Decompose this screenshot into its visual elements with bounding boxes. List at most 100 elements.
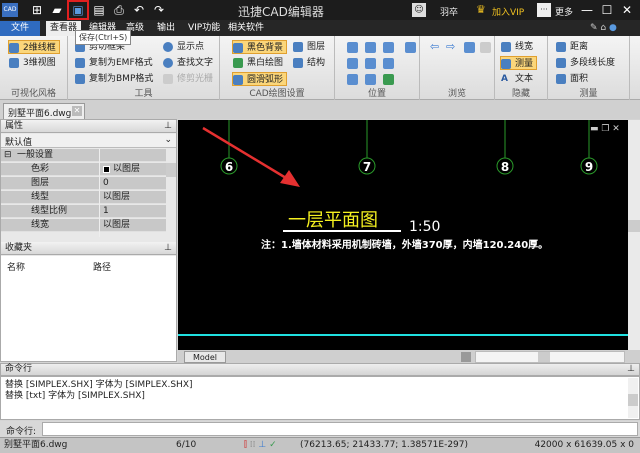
- linewidth-button[interactable]: 线宽: [501, 40, 533, 54]
- group-measure: 距离 多段线长度 面积 测量: [548, 36, 630, 100]
- zoom-in-icon[interactable]: [383, 42, 394, 53]
- favorites-header: 收藏夹 ⊥: [1, 242, 176, 255]
- group-cad-settings: 黑色背景 黑白绘图 圆滑弧形 图层 结构 CAD绘图设置: [220, 36, 335, 100]
- text-button[interactable]: A 文本: [501, 72, 533, 86]
- pan-hand-icon[interactable]: [405, 42, 416, 53]
- zoom-out-icon[interactable]: [383, 58, 394, 69]
- measure-toggle-button[interactable]: 测量: [500, 56, 538, 70]
- property-row[interactable]: 线型比例 1: [1, 205, 166, 218]
- close-icon[interactable]: ✕: [620, 3, 634, 17]
- document-tabs: 别墅平面6.dwg ✕: [0, 100, 640, 119]
- more-button[interactable]: 更多: [555, 5, 573, 18]
- page-disabled-icon[interactable]: [480, 42, 491, 53]
- smooth-arc-button[interactable]: 圆滑弧形: [232, 72, 288, 86]
- structure-button[interactable]: 结构: [293, 56, 325, 70]
- property-row[interactable]: 图层 0: [1, 177, 166, 190]
- save-as-icon[interactable]: ▤: [92, 3, 106, 17]
- status-file: 别墅平面6.dwg: [4, 440, 68, 450]
- property-row[interactable]: 线型 以图层: [1, 191, 166, 204]
- pin-icon[interactable]: ⊥: [164, 120, 172, 133]
- redo-icon[interactable]: ↷: [152, 3, 166, 17]
- group-label: 隐藏: [511, 89, 530, 99]
- copy-emf-button[interactable]: 复制为EMF格式: [75, 56, 153, 70]
- tab-output[interactable]: 输出: [153, 21, 179, 36]
- copy-bmp-button[interactable]: 复制为BMP格式: [75, 72, 153, 86]
- 3d-view-button[interactable]: 3维视图: [9, 56, 56, 70]
- back-arrow-icon[interactable]: ⇦: [430, 40, 439, 53]
- zoom-prev-icon[interactable]: [347, 58, 358, 69]
- globe-icon[interactable]: [383, 74, 394, 85]
- canvas-horizontal-scrollbar[interactable]: [475, 351, 625, 363]
- new-icon[interactable]: ⊞: [30, 3, 44, 17]
- properties-scrollbar[interactable]: [166, 149, 176, 237]
- close-tab-icon[interactable]: ✕: [72, 106, 82, 116]
- red-arrow-head: [280, 170, 300, 187]
- layout-menu-icon[interactable]: [461, 352, 471, 362]
- app-title: 迅捷CAD编辑器: [238, 5, 324, 19]
- command-prompt: 命令行:: [6, 427, 37, 437]
- property-key: 线型比例: [31, 206, 68, 216]
- print-icon[interactable]: ⎙: [112, 3, 126, 17]
- doc-tab[interactable]: 别墅平面6.dwg ✕: [3, 103, 85, 119]
- area-button[interactable]: 面积: [556, 72, 588, 86]
- vip-button[interactable]: 加入VIP: [492, 5, 524, 18]
- orbit-icon[interactable]: [347, 74, 358, 85]
- property-value: 0: [103, 178, 109, 188]
- model-tab[interactable]: Model: [184, 351, 227, 363]
- snap-icons[interactable]: ⫿ ⁞⁞ ⊥ ✓: [244, 438, 277, 452]
- status-size: 42000 x 61639.05 x 0: [534, 440, 634, 450]
- layers-button[interactable]: 图层: [293, 40, 325, 54]
- more-icon[interactable]: ···: [537, 3, 551, 17]
- properties-header: 属性 ⊥: [1, 120, 176, 133]
- properties-dropdown[interactable]: 默认值 ⌄: [1, 134, 176, 148]
- tab-related-software[interactable]: 相关软件: [224, 21, 268, 36]
- property-row[interactable]: 色彩 以图层: [1, 163, 166, 176]
- zoom-fit-icon[interactable]: [365, 58, 376, 69]
- show-points-button[interactable]: 显示点: [163, 40, 204, 54]
- group-visual-style: 2维线框 3维视图 可视化风格: [0, 36, 68, 100]
- favorites-list: 名称 路径: [1, 256, 176, 361]
- tab-vip[interactable]: VIP功能: [184, 21, 224, 36]
- group-label: 测量: [579, 89, 598, 99]
- undo-icon[interactable]: ↶: [132, 3, 146, 17]
- forward-arrow-icon[interactable]: ⇨: [446, 40, 455, 53]
- axis-label: 6: [225, 160, 233, 174]
- pin-icon[interactable]: ⊥: [164, 242, 172, 255]
- help-icon[interactable]: ✎ ⌂ ●: [590, 23, 617, 33]
- property-value: 以图层: [103, 220, 131, 230]
- command-scrollbar[interactable]: [628, 378, 638, 418]
- minimize-icon[interactable]: —: [580, 3, 594, 17]
- section-general[interactable]: ⊟ 一般设置: [1, 149, 166, 162]
- app-logo: CAD: [2, 3, 18, 17]
- tab-file[interactable]: 文件: [0, 21, 40, 36]
- pin-icon[interactable]: ⊥: [627, 364, 635, 375]
- trim-raster-button[interactable]: 修剪光栅: [163, 72, 213, 86]
- 2d-wireframe-button[interactable]: 2维线框: [8, 40, 60, 54]
- maximize-icon[interactable]: ☐: [600, 3, 614, 17]
- save-icon[interactable]: ▣: [67, 0, 89, 20]
- open-folder-icon[interactable]: ▰: [50, 3, 64, 17]
- command-input[interactable]: [42, 422, 638, 436]
- user-avatar-icon[interactable]: ☺: [412, 3, 426, 17]
- black-background-button[interactable]: 黑色背景: [232, 40, 288, 54]
- property-key: 线宽: [31, 220, 50, 230]
- axis-label: 9: [585, 160, 593, 174]
- page-icon[interactable]: [464, 42, 475, 53]
- distance-button[interactable]: 距离: [556, 40, 588, 54]
- drawing-svg: 6 7 8 9 一层平面图 1:50 注：1.墙体材料采用机制砖墙，外墙370厚，内墙…: [178, 120, 628, 336]
- zoom-extents-icon[interactable]: [347, 42, 358, 53]
- group-hide: 线宽 测量 A 文本 隐藏: [495, 36, 548, 100]
- left-panel: 属性 ⊥ 默认值 ⌄ ⊟ 一般设置 色彩 以图层 图层 0 线型 以图层 线型比例 1 线宽 以图层 收…: [0, 119, 177, 362]
- find-text-button[interactable]: 查找文字: [163, 56, 213, 70]
- polyline-length-button[interactable]: 多段线长度: [556, 56, 615, 70]
- zoom-window-icon[interactable]: [365, 42, 376, 53]
- user-name[interactable]: 羽卒: [440, 5, 458, 18]
- property-row[interactable]: 线宽 以图层: [1, 219, 166, 232]
- refresh-icon[interactable]: [365, 74, 376, 85]
- canvas-vertical-scrollbar[interactable]: [628, 120, 640, 350]
- drawing-note: 注：1.墙体材料采用机制砖墙，外墙370厚，内墙120.240厚。: [261, 238, 548, 251]
- viewport-controls-icon[interactable]: ▬ ❐ ✕: [590, 124, 620, 134]
- drawing-canvas[interactable]: 6 7 8 9 一层平面图 1:50 注：1.墙体材料采用机制砖墙，外墙370厚，内墙…: [178, 120, 628, 350]
- status-coordinates: (76213.65; 21433.77; 1.38571E-297): [300, 440, 469, 450]
- black-white-button[interactable]: 黑白绘图: [233, 56, 283, 70]
